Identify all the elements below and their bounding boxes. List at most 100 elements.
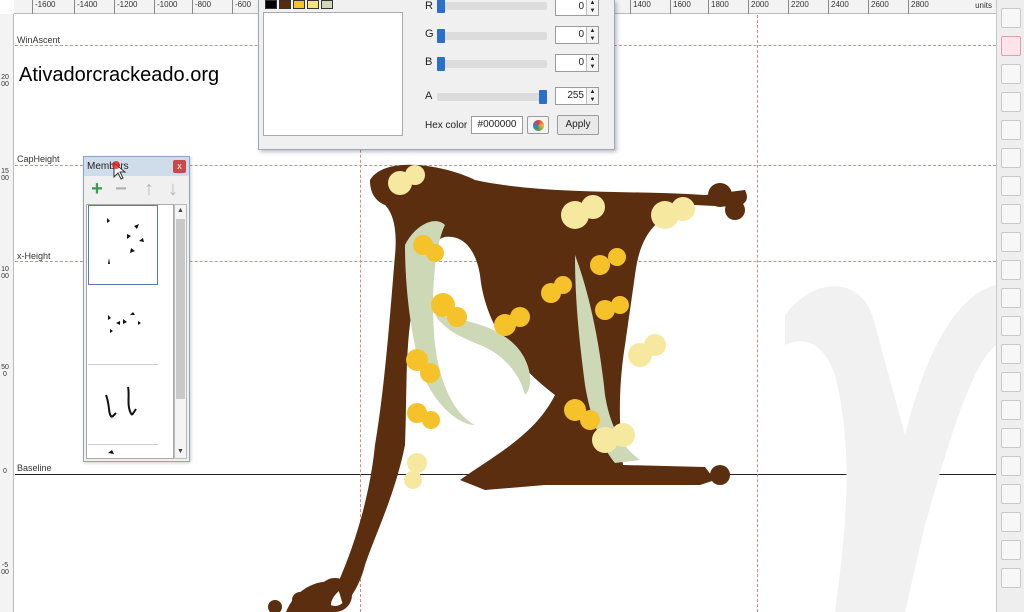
channel-label-g: G [425, 28, 434, 40]
swatch[interactable] [321, 0, 333, 9]
color-preview [263, 12, 403, 136]
background-glyph [785, 285, 996, 612]
slider-g[interactable] [437, 29, 547, 43]
corner-tool-icon[interactable] [1001, 148, 1021, 168]
ruler-tick: -1000 [154, 0, 177, 14]
members-panel: Members x + − ↑ ↓ ▲ ▼ [83, 156, 190, 462]
spin-value: 0 [578, 29, 584, 40]
cap-height-label: CapHeight [17, 154, 60, 164]
slider-thumb[interactable] [437, 29, 445, 43]
members-title-bar[interactable]: Members x [84, 157, 189, 176]
spiro-tool-icon[interactable] [1001, 232, 1021, 252]
swatch-row [265, 0, 405, 10]
swirl-shapes-icon [108, 450, 114, 454]
layer-tool-icon[interactable] [1001, 568, 1021, 588]
skew-tool-icon[interactable] [1001, 372, 1021, 392]
ruler-units: units [975, 1, 992, 10]
color-wheel-icon [533, 120, 544, 131]
move-up-button[interactable]: ↑ [138, 179, 160, 201]
spin-value: 0 [578, 1, 584, 12]
scroll-down-icon[interactable]: ▼ [175, 446, 186, 458]
ruler-tick: -1600 [32, 0, 55, 14]
flower-shapes-icon [108, 312, 141, 333]
knife-tool-icon[interactable] [1001, 64, 1021, 84]
spin-b[interactable]: 0 ▲ ▼ [555, 54, 599, 72]
ruler-tool-icon[interactable] [1001, 260, 1021, 280]
color-wheel-button[interactable] [527, 116, 549, 134]
scroll-up-icon[interactable]: ▲ [175, 205, 186, 217]
slider-b[interactable] [437, 57, 547, 71]
ruler-tick: 1000 [1, 266, 9, 280]
rectangle-tool-icon[interactable] [1001, 456, 1021, 476]
pointer-tool-icon[interactable] [1001, 8, 1021, 28]
member-thumbnail[interactable] [88, 205, 158, 285]
ruler-tick: 2400 [828, 0, 849, 14]
members-list[interactable] [86, 204, 174, 459]
swatch[interactable] [279, 0, 291, 9]
hex-color-input[interactable]: #000000 [471, 116, 523, 134]
3d-rotate-tool-icon[interactable] [1001, 400, 1021, 420]
spin-g[interactable]: 0 ▲ ▼ [555, 26, 599, 44]
member-thumbnail[interactable] [88, 445, 158, 458]
perspective-tool-icon[interactable] [1001, 428, 1021, 448]
color-dialog: R 0 ▲ ▼ G 0 ▲ ▼ B 0 ▲ ▼ A 255 ▲ ▼ Hex color #000… [258, 0, 615, 150]
eraser-tool-icon[interactable] [1001, 36, 1021, 56]
tangent-tool-icon[interactable] [1001, 176, 1021, 196]
member-thumbnail[interactable] [88, 285, 158, 365]
spin-r[interactable]: 0 ▲ ▼ [555, 0, 599, 16]
polygon-tool-icon[interactable] [1001, 512, 1021, 532]
member-thumbnail[interactable] [88, 365, 158, 445]
win-ascent-label: WinAscent [17, 35, 61, 45]
move-down-button[interactable]: ↓ [162, 179, 184, 201]
star-tool-icon[interactable] [1001, 540, 1021, 560]
leaf-shapes-icon [107, 218, 144, 264]
ellipse-tool-icon[interactable] [1001, 484, 1021, 504]
swatch[interactable] [265, 0, 277, 9]
ruler-tick: 2600 [868, 0, 889, 14]
slider-thumb[interactable] [539, 90, 547, 104]
apply-button[interactable]: Apply [557, 115, 599, 135]
ruler-tick: -1200 [114, 0, 137, 14]
hvcurve-tool-icon[interactable] [1001, 120, 1021, 140]
members-scrollbar[interactable]: ▲ ▼ [174, 204, 187, 459]
scale-tool-icon[interactable] [1001, 288, 1021, 308]
ruler-tick: -800 [192, 0, 211, 14]
ruler-tick: 1400 [630, 0, 651, 14]
ruler-tick: 2200 [788, 0, 809, 14]
slider-r[interactable] [437, 0, 547, 13]
channel-label-r: R [425, 0, 433, 12]
ruler-tick: -500 [1, 562, 9, 576]
vine-shapes-icon [105, 386, 137, 418]
ruler-tick: 0 [3, 468, 7, 475]
spin-arrows-icon[interactable]: ▲ ▼ [586, 27, 598, 43]
add-member-button[interactable]: + [86, 179, 108, 201]
ruler-tick: 2000 [1, 74, 9, 88]
spin-arrows-icon[interactable]: ▲ ▼ [586, 88, 598, 104]
remove-member-button[interactable]: − [110, 179, 132, 201]
baseline-label: Baseline [17, 463, 52, 473]
ruler-tick: 500 [1, 364, 9, 378]
spin-value: 0 [578, 57, 584, 68]
ruler-tick: 1600 [670, 0, 691, 14]
ruler-tick: 1800 [708, 0, 729, 14]
spin-arrows-icon[interactable]: ▲ ▼ [586, 55, 598, 71]
channel-label-b: B [425, 56, 433, 68]
scroll-thumb[interactable] [176, 219, 185, 399]
spin-arrows-icon[interactable]: ▲ ▼ [586, 0, 598, 15]
swatch[interactable] [307, 0, 319, 9]
ruler-tick: 2000 [748, 0, 769, 14]
spin-value: 255 [567, 90, 584, 101]
rotate-tool-icon[interactable] [1001, 344, 1021, 364]
slider-a[interactable] [437, 90, 547, 104]
illuminated-letter-a[interactable] [245, 145, 775, 612]
slider-thumb[interactable] [437, 57, 445, 71]
slider-thumb[interactable] [437, 0, 445, 13]
flip-tool-icon[interactable] [1001, 316, 1021, 336]
spin-a[interactable]: 255 ▲ ▼ [555, 87, 599, 105]
pen-tool-icon[interactable] [1001, 204, 1021, 224]
curve-tool-icon[interactable] [1001, 92, 1021, 112]
hex-color-label: Hex color [425, 120, 468, 131]
swatch[interactable] [293, 0, 305, 9]
close-icon[interactable]: x [173, 160, 186, 173]
members-toolbar: + − ↑ ↓ [84, 177, 189, 203]
